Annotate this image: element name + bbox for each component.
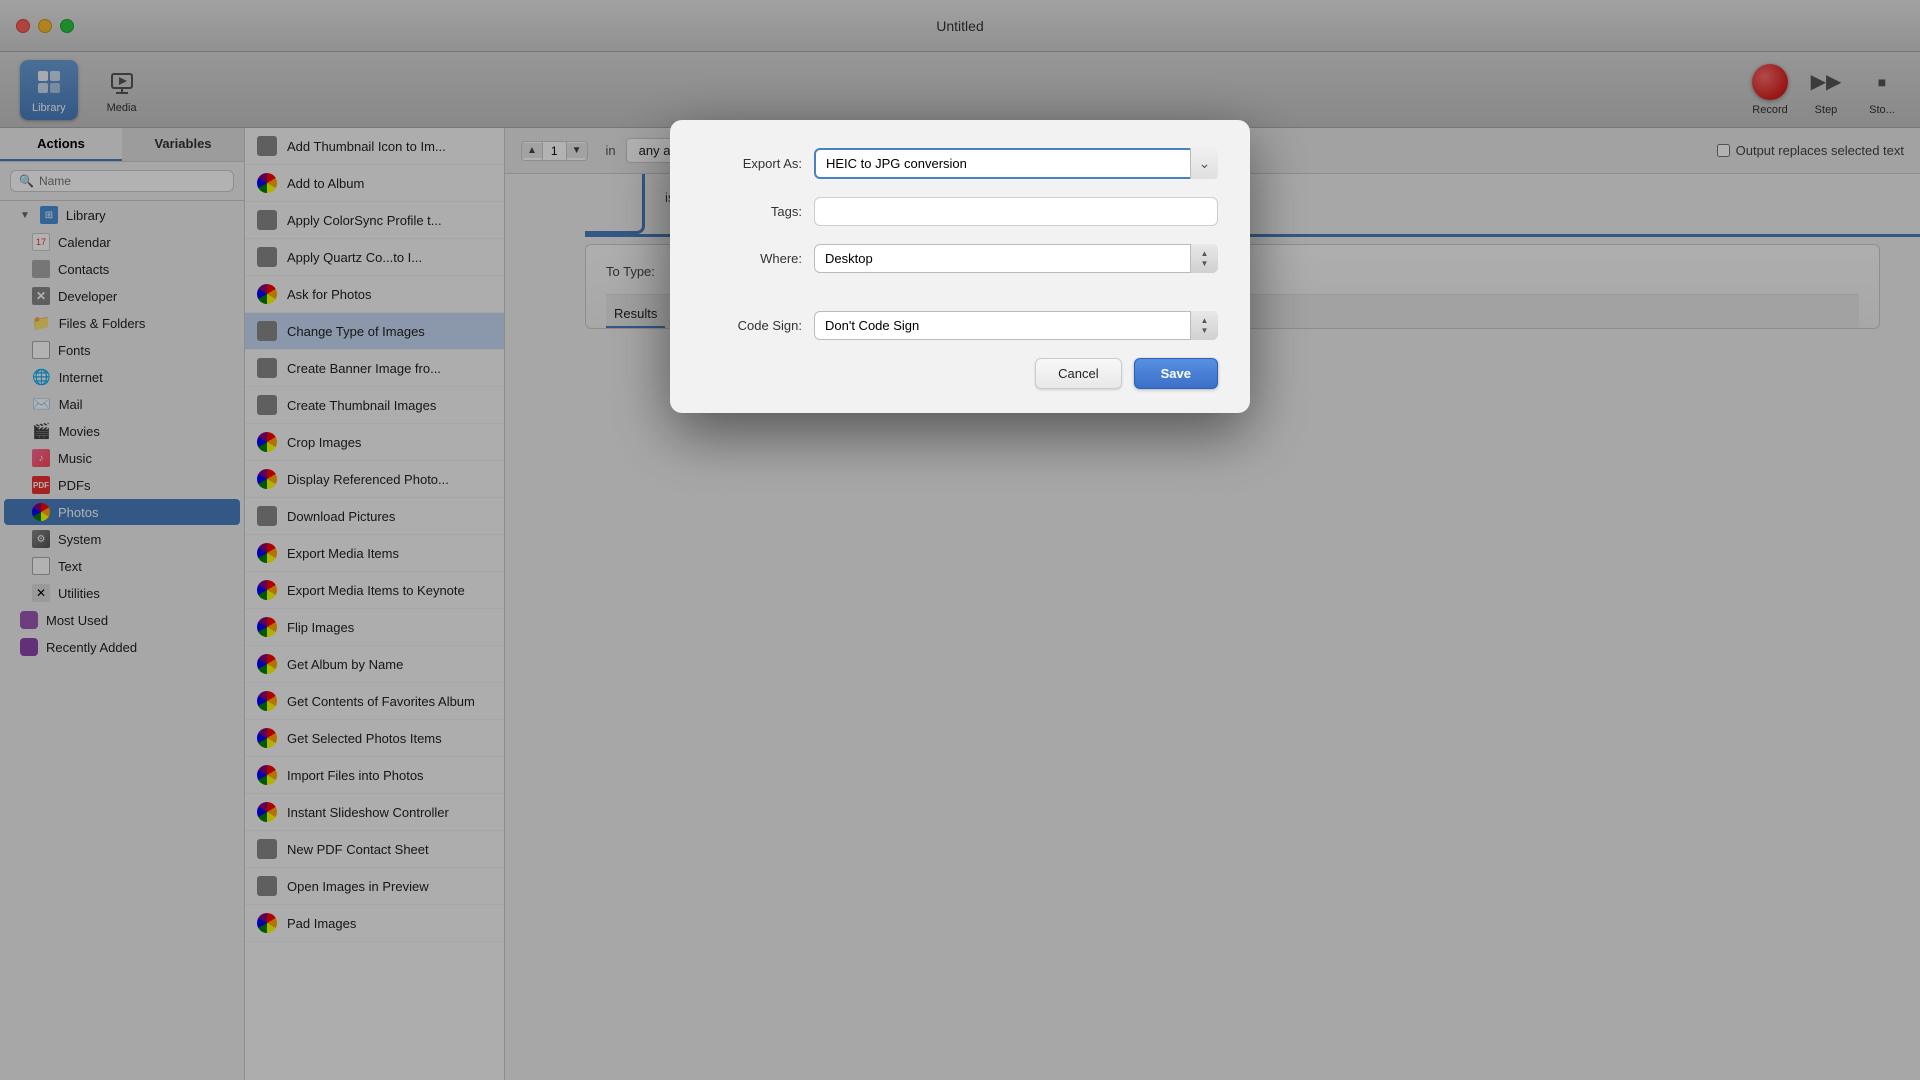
code-sign-dropdown[interactable]: Don't Code Sign (814, 311, 1218, 340)
where-label: Where: (702, 251, 802, 266)
export-as-row: Export As: ⌄ (702, 148, 1218, 179)
export-as-label: Export As: (702, 156, 802, 171)
save-dialog: Export As: ⌄ Tags: Where: Desktop ▲ ▼ (670, 120, 1250, 413)
export-as-expand-icon[interactable]: ⌄ (1190, 148, 1218, 179)
tags-label: Tags: (702, 204, 802, 219)
dialog-buttons: Cancel Save (702, 358, 1218, 389)
export-as-input-wrap: ⌄ (814, 148, 1218, 179)
code-sign-row: Code Sign: Don't Code Sign ▲ ▼ (702, 311, 1218, 340)
tags-input[interactable] (814, 197, 1218, 226)
save-button[interactable]: Save (1134, 358, 1218, 389)
where-dropdown[interactable]: Desktop (814, 244, 1218, 273)
export-as-input[interactable] (814, 148, 1218, 179)
where-row: Where: Desktop ▲ ▼ (702, 244, 1218, 273)
cancel-button[interactable]: Cancel (1035, 358, 1121, 389)
code-sign-dropdown-wrap: Don't Code Sign ▲ ▼ (814, 311, 1218, 340)
where-dropdown-wrap: Desktop ▲ ▼ (814, 244, 1218, 273)
modal-overlay: Export As: ⌄ Tags: Where: Desktop ▲ ▼ (0, 0, 1920, 1080)
code-sign-label: Code Sign: (702, 318, 802, 333)
tags-row: Tags: (702, 197, 1218, 226)
